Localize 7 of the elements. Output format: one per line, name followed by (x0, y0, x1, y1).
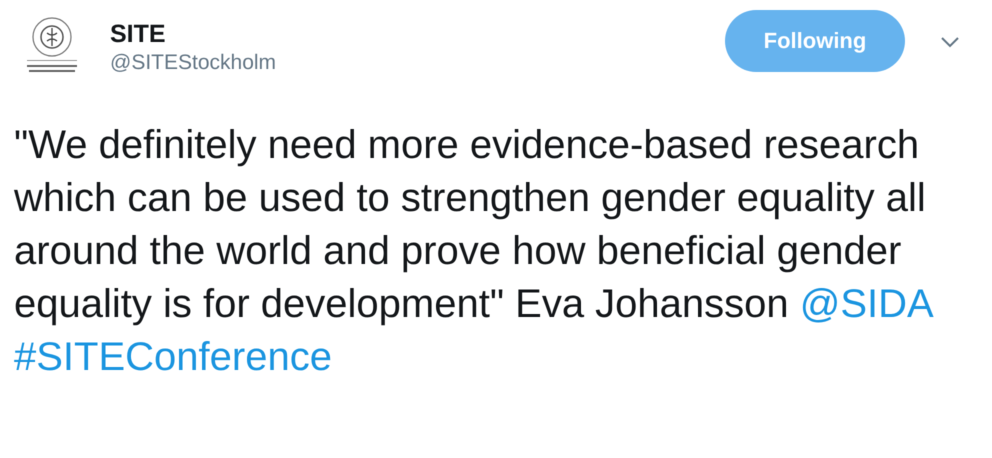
account-handle[interactable]: @SITEStockholm (110, 49, 276, 77)
chevron-down-icon[interactable] (940, 36, 960, 48)
tweet-text: "We definitely need more evidence-based research which can be used to strengthen gender equality all around the world and prove how beneficial gender equality is for development" Eva Johansson @SIDA #SITEConference (14, 122, 934, 381)
mention-link[interactable]: @SIDA (800, 282, 932, 326)
following-button[interactable]: Following (725, 10, 905, 72)
account-name[interactable]: SITE (110, 19, 166, 49)
hashtag-link[interactable]: #SITEConference (14, 335, 332, 379)
